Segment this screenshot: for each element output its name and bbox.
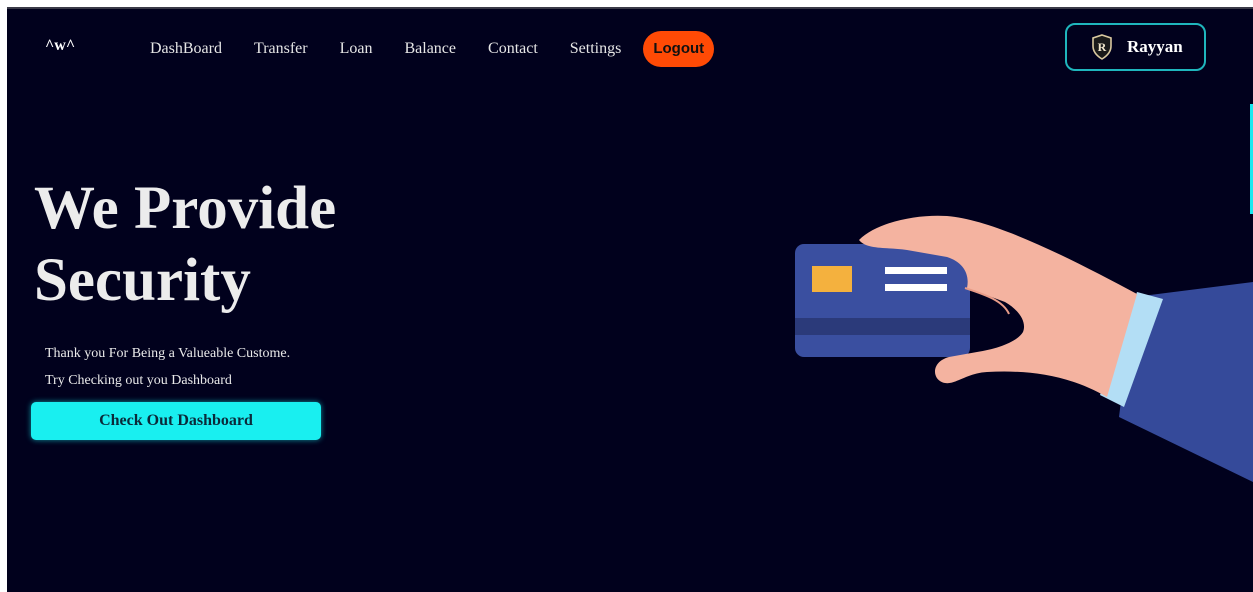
shield-icon: R [1092, 34, 1112, 60]
nav-item-loan[interactable]: Loan [340, 40, 373, 58]
hero-text-line-1: Thank you For Being a Valueable Custome. [45, 346, 291, 361]
profile-name: Rayyan [1127, 37, 1183, 56]
hero-title: We Provide Security [34, 173, 454, 317]
hero-title-line-1: We Provide [34, 175, 337, 242]
card-line-2 [885, 284, 947, 291]
hero-title-line-2: Security [34, 247, 251, 314]
nav-item-dashboard[interactable]: DashBoard [150, 40, 222, 58]
card-stripe [795, 318, 970, 335]
site-logo[interactable]: ^w^ [45, 37, 75, 55]
nav-item-transfer[interactable]: Transfer [254, 40, 308, 58]
hero-text: Thank you For Being a Valueable Custome.… [45, 340, 290, 394]
card-shape [795, 244, 970, 357]
logout-button[interactable]: Logout [643, 31, 715, 67]
card-line-1 [885, 267, 947, 274]
nav-item-contact[interactable]: Contact [488, 40, 538, 58]
page: ^w^ DashBoard Transfer Loan Balance Cont… [7, 7, 1253, 592]
hero-text-line-2: Try Checking out you Dashboard [45, 373, 232, 388]
card-chip [812, 266, 852, 292]
main-nav: DashBoard Transfer Loan Balance Contact … [150, 31, 715, 67]
check-out-dashboard-button[interactable]: Check Out Dashboard [31, 402, 321, 440]
profile-initial: R [1098, 40, 1107, 54]
top-border [7, 7, 1253, 9]
profile-button[interactable]: R Rayyan [1065, 23, 1206, 71]
nav-item-balance[interactable]: Balance [404, 40, 456, 58]
hand-holding-credit-card-icon [795, 215, 1253, 482]
nav-item-settings[interactable]: Settings [570, 40, 622, 58]
